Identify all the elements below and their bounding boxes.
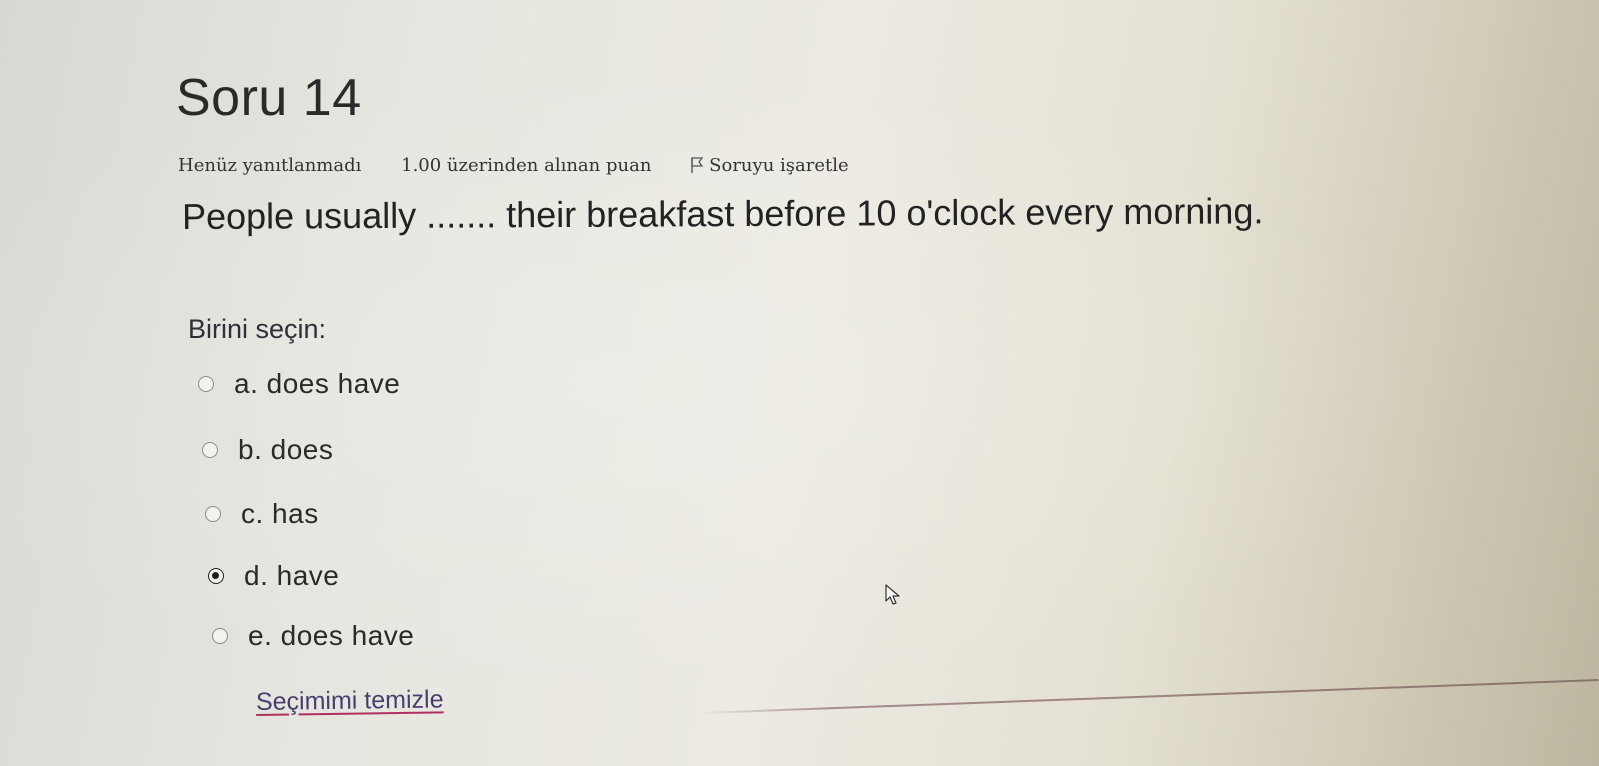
answer-option-d[interactable]: d. have — [208, 560, 339, 592]
divider-line — [699, 679, 1599, 714]
answer-option-b[interactable]: b. does — [202, 434, 333, 466]
mouse-pointer-icon — [885, 584, 900, 605]
flag-question-label: Soruyu işaretle — [709, 154, 849, 176]
answer-option-label: e. does have — [248, 620, 415, 651]
question-info: Henüz yanıtlanmadı 1.00 üzerinden alınan… — [178, 154, 849, 176]
answer-option-label: c. has — [241, 498, 319, 529]
answer-option-a[interactable]: a. does have — [198, 368, 400, 400]
answer-option-c[interactable]: c. has — [205, 498, 319, 530]
flag-question-link[interactable]: Soruyu işaretle — [689, 154, 849, 176]
radio-icon[interactable] — [202, 442, 218, 458]
answer-option-label: a. does have — [234, 368, 401, 399]
question-title: Soru 14 — [176, 69, 362, 127]
answer-prompt: Birini seçin: — [188, 314, 327, 344]
answer-option-label: d. have — [244, 560, 340, 591]
answer-option-label: b. does — [238, 434, 334, 465]
question-grade: 1.00 üzerinden alınan puan — [401, 154, 652, 176]
radio-icon[interactable] — [205, 506, 221, 522]
question-text: People usually ....... their breakfast b… — [181, 190, 1264, 237]
clear-selection-link[interactable]: Seçimimi temizle — [256, 685, 444, 717]
radio-icon[interactable] — [212, 628, 228, 644]
flag-icon — [691, 157, 704, 174]
answer-option-e[interactable]: e. does have — [212, 620, 414, 652]
radio-icon[interactable] — [198, 376, 214, 392]
question-status: Henüz yanıtlanmadı — [178, 154, 362, 176]
radio-icon-selected[interactable] — [208, 568, 224, 584]
